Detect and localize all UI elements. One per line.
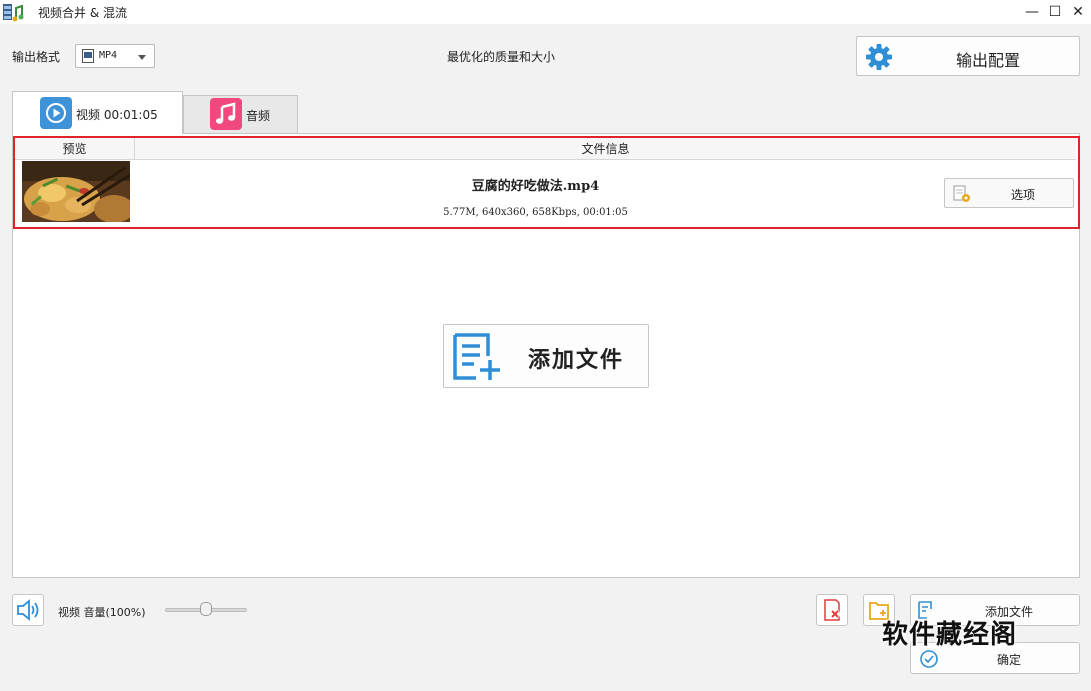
tab-video[interactable]: 视频 00:01:05 [12, 91, 183, 134]
file-meta: 5.77M, 640x360, 658Kbps, 00:01:05 [443, 207, 628, 218]
window-title: 视频合并 & 混流 [38, 6, 127, 20]
check-circle-icon [920, 650, 938, 668]
watermark-text: 软件藏经阁 [882, 620, 1018, 650]
add-file-icon [453, 333, 500, 380]
video-thumbnail [22, 161, 130, 222]
volume-label: 视频 音量(100%) [58, 606, 146, 619]
play-circle-icon [40, 97, 72, 129]
delete-file-icon [824, 599, 840, 621]
quality-description: 最优化的质量和大小 [447, 50, 556, 64]
app-icon [3, 4, 24, 22]
delete-file-button[interactable] [816, 594, 848, 626]
tab-audio-label: 音频 [246, 109, 271, 123]
options-label: 选项 [1011, 188, 1036, 202]
chevron-down-icon [138, 55, 146, 60]
speaker-icon [17, 599, 39, 621]
output-format-label: 输出格式 [12, 50, 61, 64]
table-row[interactable]: 豆腐的好吃做法.mp4 5.77M, 640x360, 658Kbps, 00:… [15, 161, 1076, 225]
tab-video-label: 视频 00:01:05 [76, 108, 158, 122]
video-file-icon [82, 49, 94, 63]
ok-label: 确定 [997, 653, 1022, 667]
volume-slider-thumb[interactable] [200, 602, 212, 616]
tab-audio[interactable]: 音频 [183, 95, 298, 133]
close-button[interactable]: ✕ [1068, 2, 1088, 22]
options-button[interactable]: 选项 [944, 178, 1074, 208]
maximize-button[interactable]: ☐ [1045, 2, 1065, 22]
output-format-select[interactable]: MP4 [75, 44, 155, 68]
title-bar: 视频合并 & 混流 — ☐ ✕ [0, 0, 1091, 24]
file-name: 豆腐的好吃做法.mp4 [471, 179, 600, 194]
output-config-label: 输出配置 [955, 51, 1020, 70]
output-config-button[interactable]: 输出配置 [856, 36, 1080, 76]
file-settings-icon [953, 185, 970, 202]
add-files-large-label: 添加文件 [528, 348, 625, 373]
add-files-large-button[interactable]: 添加文件 [443, 324, 649, 388]
file-list-panel: 预览 文件信息 豆腐的好吃做法.mp4 5.77M, 640x360, 658K… [12, 133, 1080, 578]
music-note-icon [210, 98, 242, 130]
volume-button[interactable] [12, 594, 44, 626]
minimize-button[interactable]: — [1022, 2, 1042, 22]
output-format-value: MP4 [99, 50, 118, 61]
